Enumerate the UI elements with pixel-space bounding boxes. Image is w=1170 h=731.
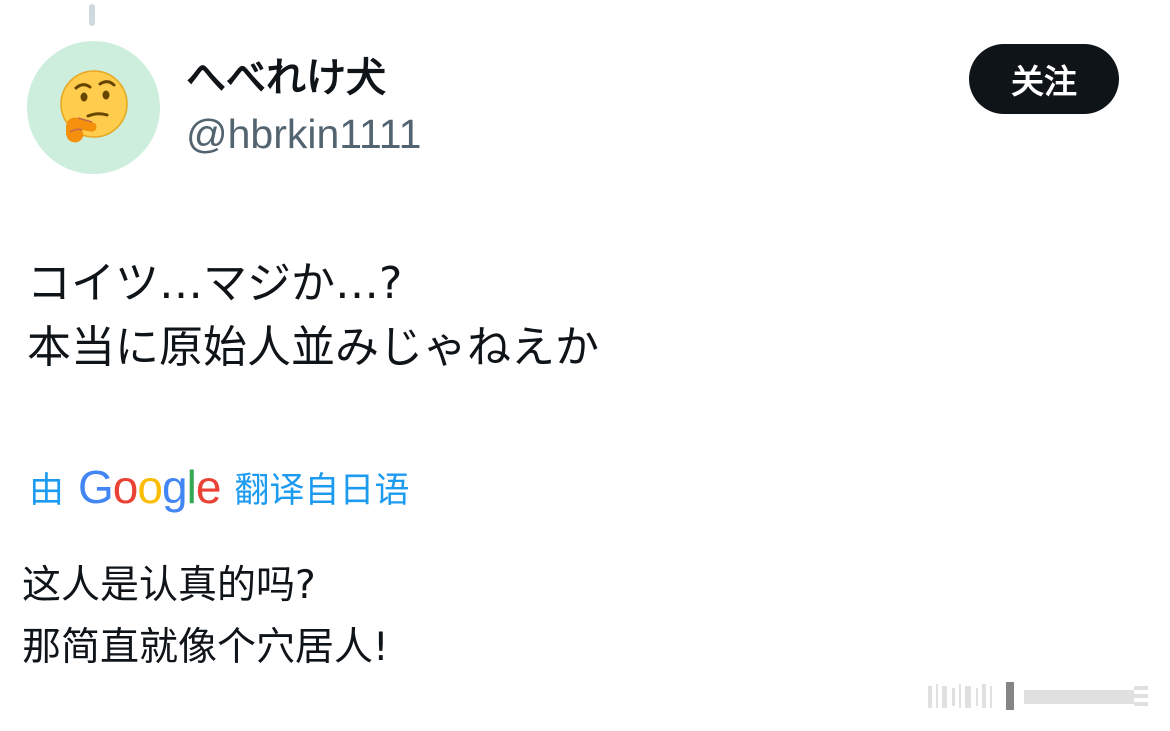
google-logo-letter: e xyxy=(195,461,222,513)
author-display-name[interactable]: へべれけ犬 xyxy=(186,52,421,104)
google-logo-letter: G xyxy=(78,461,114,513)
avatar[interactable] xyxy=(27,41,160,174)
translated-by-google-link[interactable]: 由 Google 翻译自日语 xyxy=(29,458,409,516)
google-logo-letter: o xyxy=(112,461,139,513)
watermark-barcode xyxy=(928,682,1148,710)
translated-text-line: 那简直就像个穴居人! xyxy=(22,625,389,670)
translate-prefix: 由 xyxy=(29,470,65,511)
google-logo: Google xyxy=(78,461,222,513)
translated-text: 这人是认真的吗? 那简直就像个穴居人! xyxy=(22,555,389,679)
follow-button[interactable]: 关注 xyxy=(969,44,1119,114)
tweet-text-line: 本当に原始人並みじゃねえか xyxy=(27,322,599,373)
google-logo-letter: g xyxy=(161,461,188,513)
google-logo-letter: o xyxy=(137,461,163,513)
thread-connector-line xyxy=(89,4,95,26)
google-logo-letter: l xyxy=(186,461,197,513)
translate-suffix: 翻译自日语 xyxy=(234,470,410,511)
tweet-text: コイツ…マジか…? 本当に原始人並みじゃねえか xyxy=(27,252,599,380)
thinking-face-icon xyxy=(59,69,128,142)
tweet-text-line: コイツ…マジか…? xyxy=(27,258,403,309)
author-handle[interactable]: @hbrkin1111 xyxy=(186,110,421,158)
translated-text-line: 这人是认真的吗? xyxy=(22,563,316,608)
author-info: へべれけ犬 @hbrkin1111 xyxy=(186,52,421,158)
tweet-card: へべれけ犬 @hbrkin1111 关注 コイツ…マジか…? 本当に原始人並みじ… xyxy=(0,0,1170,731)
